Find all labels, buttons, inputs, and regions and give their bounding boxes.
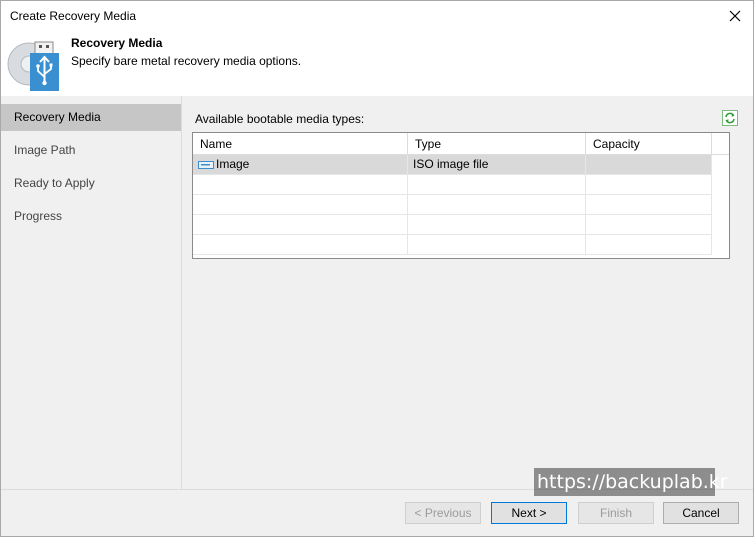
usb-drive-icon — [7, 41, 59, 91]
column-header-filler — [712, 133, 729, 155]
available-media-label: Available bootable media types: — [195, 112, 365, 126]
empty-row — [193, 195, 712, 215]
step-recovery-media[interactable]: Recovery Media — [1, 104, 181, 131]
empty-row — [193, 235, 712, 255]
close-icon — [729, 10, 741, 22]
content-panel: Available bootable media types: Name Typ… — [182, 96, 753, 489]
table-row[interactable]: Image ISO image file — [193, 155, 712, 175]
media-types-table: Name Type Capacity Image ISO image file — [192, 132, 730, 259]
row-name-text: Image — [216, 157, 250, 171]
next-button[interactable]: Next > — [491, 502, 567, 524]
table-header: Name Type Capacity — [193, 133, 729, 155]
cell-capacity — [586, 155, 712, 174]
wizard-steps: Recovery Media Image Path Ready to Apply… — [1, 96, 182, 489]
window-title: Create Recovery Media — [10, 9, 137, 23]
cell-type: ISO image file — [408, 155, 586, 174]
step-image-path[interactable]: Image Path — [1, 137, 181, 164]
step-ready-to-apply[interactable]: Ready to Apply — [1, 170, 181, 197]
cancel-button[interactable]: Cancel — [663, 502, 739, 524]
empty-row — [193, 215, 712, 235]
wizard-footer: < Previous Next > Finish Cancel — [1, 489, 753, 536]
column-header-type[interactable]: Type — [408, 133, 586, 155]
column-header-name[interactable]: Name — [193, 133, 408, 155]
refresh-icon[interactable] — [722, 110, 738, 126]
close-button[interactable] — [717, 1, 753, 32]
title-bar: Create Recovery Media — [1, 1, 753, 32]
header-title: Recovery Media — [71, 36, 163, 50]
previous-button[interactable]: < Previous — [405, 502, 481, 524]
finish-button[interactable]: Finish — [578, 502, 654, 524]
step-progress[interactable]: Progress — [1, 203, 181, 230]
empty-row — [193, 175, 712, 195]
create-recovery-media-window: Create Recovery Media Recovery Media Spe… — [0, 0, 754, 537]
column-header-capacity[interactable]: Capacity — [586, 133, 712, 155]
watermark-text: https://backuplab.kr — [534, 468, 728, 496]
header-subtitle: Specify bare metal recovery media option… — [71, 54, 302, 68]
cell-name: Image — [193, 155, 408, 174]
disk-icon — [198, 160, 214, 169]
wizard-header: Recovery Media Specify bare metal recove… — [1, 32, 753, 96]
